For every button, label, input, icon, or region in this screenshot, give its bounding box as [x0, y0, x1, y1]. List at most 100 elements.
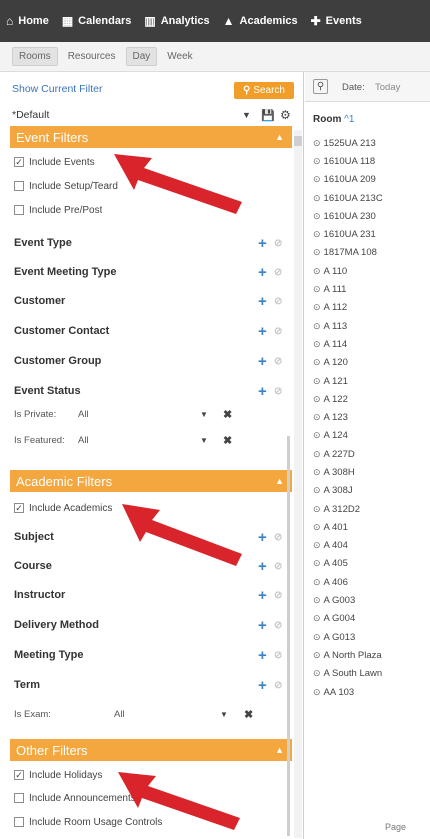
nav-item-analytics[interactable]: ▥ Analytics: [144, 14, 209, 28]
add-icon[interactable]: +: [258, 264, 267, 281]
room-list-item[interactable]: ⊙ A 401: [313, 518, 428, 536]
room-info-icon[interactable]: ⊙: [313, 522, 321, 533]
clear-icon[interactable]: ⊘: [274, 267, 282, 278]
add-icon[interactable]: +: [258, 293, 267, 310]
chevron-down-icon[interactable]: ▼: [200, 436, 208, 445]
clear-x-icon[interactable]: ✖: [223, 408, 232, 421]
add-icon[interactable]: +: [258, 647, 267, 664]
tab-day[interactable]: Day: [125, 47, 158, 66]
room-list-item[interactable]: ⊙ A North Plaza: [313, 646, 428, 664]
room-list-item[interactable]: ⊙ A 111: [313, 280, 428, 298]
room-list-item[interactable]: ⊙ A 406: [313, 573, 428, 591]
room-list-item[interactable]: ⊙ A 405: [313, 555, 428, 573]
checkbox-icon[interactable]: [14, 817, 24, 827]
add-icon[interactable]: +: [258, 677, 267, 694]
room-info-icon[interactable]: ⊙: [313, 284, 321, 295]
room-search-button[interactable]: ⚲: [313, 79, 328, 94]
add-icon[interactable]: +: [258, 617, 267, 634]
room-list-item[interactable]: ⊙ 1610UA 231: [313, 225, 428, 243]
checkbox-include-setup-teard[interactable]: Include Setup/Teard: [14, 178, 118, 194]
add-icon[interactable]: +: [258, 353, 267, 370]
section-header-academic-filters[interactable]: Academic Filters ▲: [10, 470, 292, 492]
room-info-icon[interactable]: ⊙: [313, 211, 321, 222]
room-info-icon[interactable]: ⊙: [313, 266, 321, 277]
room-list-item[interactable]: ⊙ A 112: [313, 299, 428, 317]
add-icon[interactable]: +: [258, 529, 267, 546]
room-info-icon[interactable]: ⊙: [313, 430, 321, 441]
room-list-item[interactable]: ⊙ A 308J: [313, 482, 428, 500]
room-list-item[interactable]: ⊙ A 114: [313, 335, 428, 353]
room-list-item[interactable]: ⊙ A 404: [313, 537, 428, 555]
room-info-icon[interactable]: ⊙: [313, 412, 321, 423]
add-icon[interactable]: +: [258, 323, 267, 340]
add-icon[interactable]: +: [258, 558, 267, 575]
room-info-icon[interactable]: ⊙: [313, 613, 321, 624]
tab-week[interactable]: Week: [161, 48, 198, 65]
room-info-icon[interactable]: ⊙: [313, 595, 321, 606]
select-value[interactable]: All: [78, 409, 89, 420]
room-list-item[interactable]: ⊙ A 227D: [313, 445, 428, 463]
room-list-item[interactable]: ⊙ A 110: [313, 262, 428, 280]
room-list-item[interactable]: ⊙ A 120: [313, 354, 428, 372]
room-list-item[interactable]: ⊙ A G003: [313, 591, 428, 609]
room-info-icon[interactable]: ⊙: [313, 339, 321, 350]
section-header-other-filters[interactable]: Other Filters ▲: [10, 739, 292, 761]
room-info-icon[interactable]: ⊙: [313, 138, 321, 149]
room-info-icon[interactable]: ⊙: [313, 632, 321, 643]
room-list-item[interactable]: ⊙ A South Lawn: [313, 665, 428, 683]
tab-rooms[interactable]: Rooms: [12, 47, 58, 66]
gear-icon[interactable]: ⚙: [280, 108, 291, 122]
add-icon[interactable]: +: [258, 383, 267, 400]
checkbox-include-pre-post[interactable]: Include Pre/Post: [14, 202, 102, 218]
clear-x-icon[interactable]: ✖: [223, 434, 232, 447]
room-list-item[interactable]: ⊙ 1817MA 108: [313, 244, 428, 262]
room-list-item[interactable]: ⊙ A 312D2: [313, 500, 428, 518]
room-list-item[interactable]: ⊙ A 113: [313, 317, 428, 335]
clear-icon[interactable]: ⊘: [274, 356, 282, 367]
saved-filter-select[interactable]: *Default ▼ 💾 ⚙: [12, 106, 296, 124]
checkbox-icon[interactable]: [14, 181, 24, 191]
checkbox-icon[interactable]: ✓: [14, 770, 24, 780]
room-info-icon[interactable]: ⊙: [313, 394, 321, 405]
clear-icon[interactable]: ⊘: [274, 680, 282, 691]
room-list-item[interactable]: ⊙ 1610UA 213C: [313, 189, 428, 207]
room-list-item[interactable]: ⊙ 1610UA 209: [313, 171, 428, 189]
add-icon[interactable]: +: [258, 587, 267, 604]
room-list-item[interactable]: ⊙ A 123: [313, 408, 428, 426]
room-info-icon[interactable]: ⊙: [313, 247, 321, 258]
clear-icon[interactable]: ⊘: [274, 620, 282, 631]
select-row[interactable]: Is Featured: All ▼ ✖: [14, 432, 274, 450]
room-list-item[interactable]: ⊙ 1525UA 213: [313, 134, 428, 152]
checkbox-icon[interactable]: ✓: [14, 157, 24, 167]
room-list-item[interactable]: ⊙ A 122: [313, 390, 428, 408]
chevron-down-icon[interactable]: ▼: [242, 110, 251, 120]
select-row[interactable]: Is Private: All ▼ ✖: [14, 406, 274, 424]
nav-item-academics[interactable]: ▲ Academics: [223, 14, 298, 28]
room-info-icon[interactable]: ⊙: [313, 668, 321, 679]
search-button[interactable]: ⚲ Search: [234, 82, 294, 99]
room-info-icon[interactable]: ⊙: [313, 229, 321, 240]
clear-x-icon[interactable]: ✖: [244, 708, 253, 721]
nav-item-events[interactable]: ✚ Events: [311, 14, 362, 28]
room-info-icon[interactable]: ⊙: [313, 467, 321, 478]
chevron-down-icon[interactable]: ▼: [200, 410, 208, 419]
chevron-down-icon[interactable]: ▼: [220, 710, 228, 719]
save-icon[interactable]: 💾: [261, 109, 275, 122]
collapse-icon[interactable]: ▲: [275, 132, 284, 142]
room-list-item[interactable]: ⊙ A 124: [313, 427, 428, 445]
room-list-item[interactable]: ⊙ A 121: [313, 372, 428, 390]
room-info-icon[interactable]: ⊙: [313, 558, 321, 569]
tab-resources[interactable]: Resources: [62, 48, 122, 65]
checkbox-include-events[interactable]: ✓ Include Events: [14, 154, 95, 170]
date-input[interactable]: Today: [375, 82, 400, 93]
checkbox-include-academics[interactable]: ✓ Include Academics: [14, 500, 112, 516]
room-list-item[interactable]: ⊙ 1610UA 118: [313, 152, 428, 170]
nav-item-calendars[interactable]: ▦ Calendars: [62, 14, 132, 28]
room-info-icon[interactable]: ⊙: [313, 504, 321, 515]
room-column-header[interactable]: Room ^1: [313, 114, 354, 125]
checkbox-include-holidays[interactable]: ✓ Include Holidays: [14, 767, 102, 783]
select-value[interactable]: All: [78, 435, 89, 446]
room-info-icon[interactable]: ⊙: [313, 174, 321, 185]
clear-icon[interactable]: ⊘: [274, 386, 282, 397]
collapse-icon[interactable]: ▲: [275, 476, 284, 486]
